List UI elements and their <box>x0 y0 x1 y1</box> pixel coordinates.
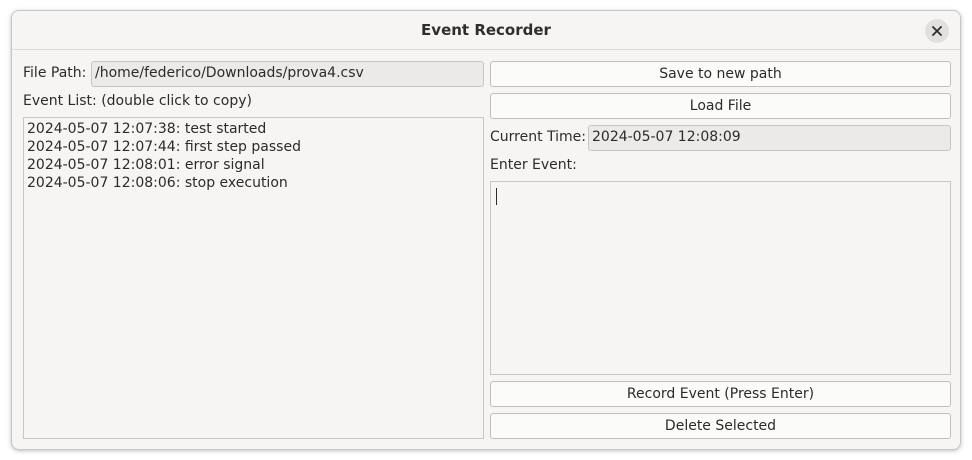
delete-selected-button[interactable]: Delete Selected <box>490 413 951 439</box>
event-list-item[interactable]: 2024-05-07 12:08:01: error signal <box>27 156 480 174</box>
file-path-label: File Path: <box>23 65 87 81</box>
event-list-item[interactable]: 2024-05-07 12:08:06: stop execution <box>27 174 480 192</box>
file-path-field[interactable]: /home/federico/Downloads/prova4.csv <box>91 61 484 87</box>
record-event-button[interactable]: Record Event (Press Enter) <box>490 381 951 407</box>
event-recorder-window: Event Recorder File Path: /home/federico… <box>11 10 961 450</box>
text-caret <box>496 188 497 205</box>
event-list-item[interactable]: 2024-05-07 12:07:38: test started <box>27 120 480 138</box>
title-bar[interactable]: Event Recorder <box>12 11 960 50</box>
load-file-button[interactable]: Load File <box>490 93 951 119</box>
event-list-item[interactable]: 2024-05-07 12:07:44: first step passed <box>27 138 480 156</box>
save-to-new-path-button[interactable]: Save to new path <box>490 61 951 87</box>
current-time-label: Current Time: <box>490 129 587 145</box>
enter-event-textarea[interactable] <box>490 181 951 375</box>
close-icon <box>932 26 942 36</box>
enter-event-label: Enter Event: <box>490 157 577 173</box>
window-title: Event Recorder <box>421 21 551 39</box>
event-list[interactable]: 2024-05-07 12:07:38: test started 2024-05… <box>23 117 484 439</box>
event-list-label: Event List: (double click to copy) <box>23 93 252 109</box>
current-time-field: 2024-05-07 12:08:09 <box>588 125 951 151</box>
close-button[interactable] <box>925 19 949 43</box>
